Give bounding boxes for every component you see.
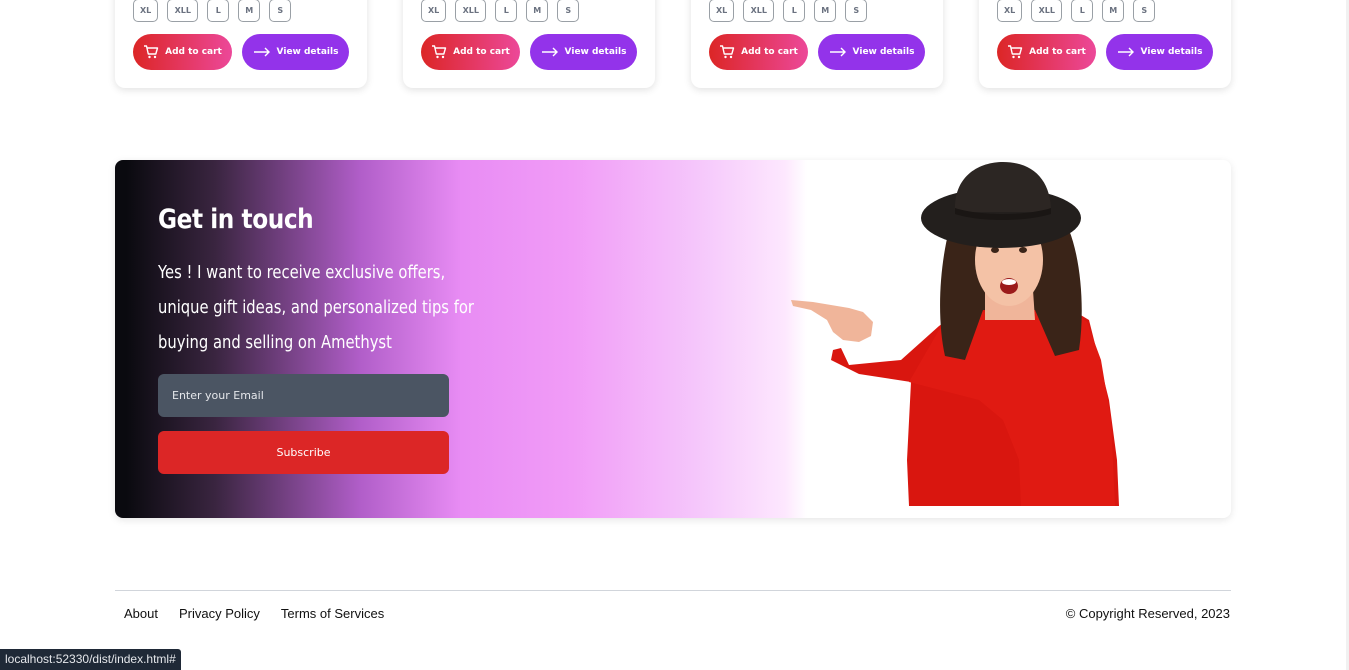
newsletter-description: Yes ! I want to receive exclusive offers… <box>158 262 474 353</box>
size-option-l[interactable]: L <box>207 0 230 22</box>
size-options: XL XLL L M S <box>421 0 580 22</box>
email-field[interactable] <box>158 374 449 417</box>
view-details-button[interactable]: View details <box>818 34 925 70</box>
size-options: XL XLL L M S <box>133 0 292 22</box>
size-option-m[interactable]: M <box>1102 0 1125 22</box>
size-option-xll[interactable]: XLL <box>167 0 199 22</box>
arrow-right-icon <box>829 47 847 57</box>
footer-links: About Privacy Policy Terms of Services <box>124 606 384 621</box>
product-card: XL XLL L M S Add to cart View details <box>979 0 1231 88</box>
arrow-right-icon <box>1117 47 1135 57</box>
size-option-l[interactable]: L <box>495 0 518 22</box>
footer-link-privacy-policy[interactable]: Privacy Policy <box>179 606 260 621</box>
cart-icon <box>143 45 159 59</box>
size-option-xl[interactable]: XL <box>997 0 1023 22</box>
size-option-xl[interactable]: XL <box>709 0 735 22</box>
product-card: XL XLL L M S Add to cart View details <box>115 0 367 88</box>
size-option-xl[interactable]: XL <box>133 0 159 22</box>
size-option-s[interactable]: S <box>269 0 292 22</box>
arrow-right-icon <box>253 47 271 57</box>
footer-divider <box>115 590 1231 591</box>
cart-icon <box>1007 45 1023 59</box>
size-option-m[interactable]: M <box>526 0 549 22</box>
view-details-label: View details <box>276 47 339 57</box>
footer-link-about[interactable]: About <box>124 606 158 621</box>
size-options: XL XLL L M S <box>997 0 1156 22</box>
product-card: XL XLL L M S Add to cart View details <box>691 0 943 88</box>
size-option-xll[interactable]: XLL <box>743 0 775 22</box>
view-details-button[interactable]: View details <box>242 34 349 70</box>
view-details-label: View details <box>564 47 627 57</box>
newsletter-banner: Get in touch Yes ! I want to receive exc… <box>115 160 1231 518</box>
newsletter-title: Get in touch <box>158 204 314 235</box>
size-option-xll[interactable]: XLL <box>455 0 487 22</box>
status-bar-url: localhost:52330/dist/index.html# <box>0 649 181 670</box>
view-details-label: View details <box>852 47 915 57</box>
cart-icon <box>719 45 735 59</box>
view-details-button[interactable]: View details <box>530 34 637 70</box>
add-to-cart-button[interactable]: Add to cart <box>133 34 232 70</box>
subscribe-button[interactable]: Subscribe <box>158 431 449 474</box>
size-option-s[interactable]: S <box>845 0 868 22</box>
woman-pointing-image <box>791 162 1119 506</box>
add-to-cart-button[interactable]: Add to cart <box>997 34 1096 70</box>
size-option-m[interactable]: M <box>814 0 837 22</box>
size-option-l[interactable]: L <box>1071 0 1094 22</box>
add-to-cart-button[interactable]: Add to cart <box>421 34 520 70</box>
size-options: XL XLL L M S <box>709 0 868 22</box>
size-option-s[interactable]: S <box>1133 0 1156 22</box>
size-option-xll[interactable]: XLL <box>1031 0 1063 22</box>
size-option-s[interactable]: S <box>557 0 580 22</box>
copyright-text: © Copyright Reserved, 2023 <box>1065 606 1230 621</box>
arrow-right-icon <box>541 47 559 57</box>
add-to-cart-label: Add to cart <box>1029 47 1086 57</box>
size-option-xl[interactable]: XL <box>421 0 447 22</box>
add-to-cart-button[interactable]: Add to cart <box>709 34 808 70</box>
cart-icon <box>431 45 447 59</box>
add-to-cart-label: Add to cart <box>453 47 510 57</box>
add-to-cart-label: Add to cart <box>741 47 798 57</box>
size-option-m[interactable]: M <box>238 0 261 22</box>
add-to-cart-label: Add to cart <box>165 47 222 57</box>
view-details-button[interactable]: View details <box>1106 34 1213 70</box>
size-option-l[interactable]: L <box>783 0 806 22</box>
product-card: XL XLL L M S Add to cart View details <box>403 0 655 88</box>
view-details-label: View details <box>1140 47 1203 57</box>
footer-link-terms-of-services[interactable]: Terms of Services <box>281 606 384 621</box>
